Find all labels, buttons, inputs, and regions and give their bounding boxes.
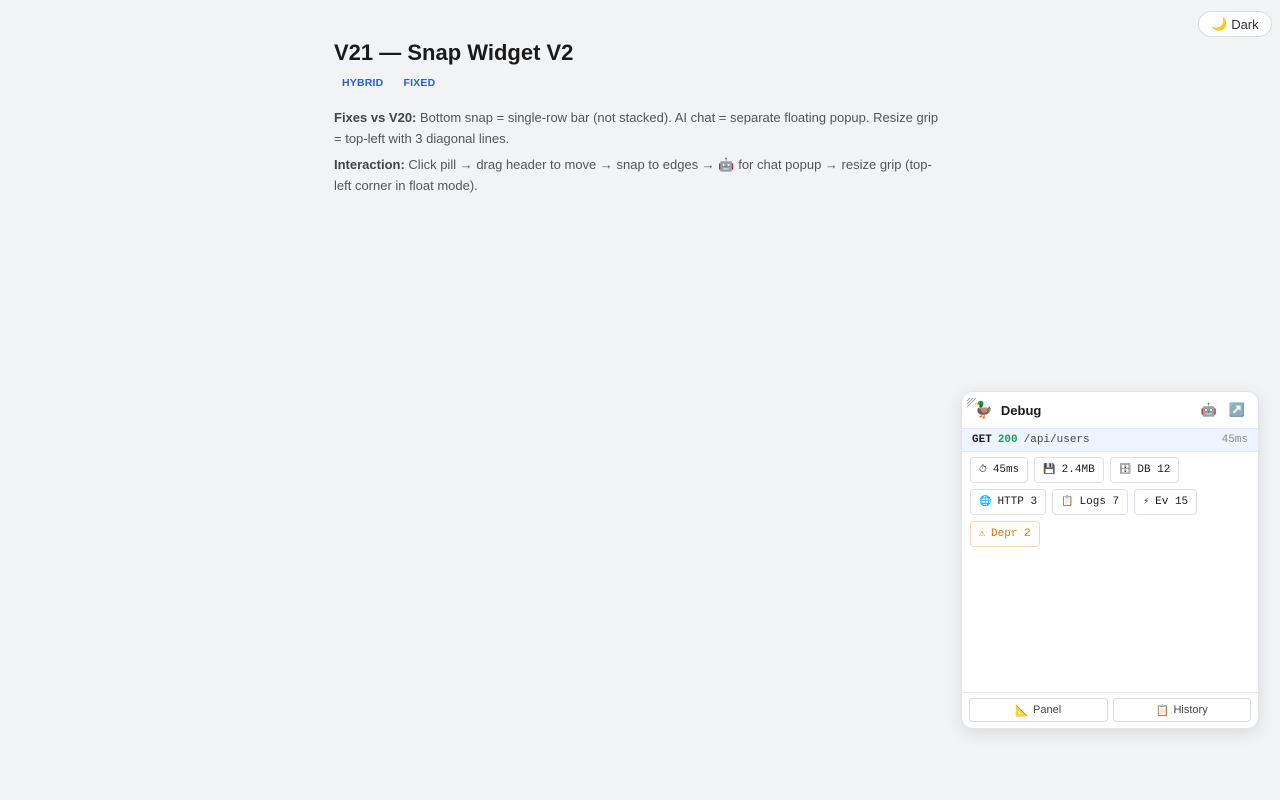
history-button-label: History xyxy=(1173,704,1208,716)
panel-button[interactable]: 📐 Panel xyxy=(969,698,1108,722)
request-method: GET xyxy=(972,434,992,446)
widget-footer: 📐 Panel 📋 History xyxy=(962,692,1258,728)
interaction-text: Click pill → drag header to move → snap … xyxy=(334,157,932,193)
popout-button[interactable]: ↗️ xyxy=(1226,399,1248,421)
chip-logs[interactable]: 📋 Logs 7 xyxy=(1052,489,1129,515)
warning-icon: ⚠ xyxy=(979,529,986,540)
widget-header[interactable]: 🦆 Debug 🤖 ↗️ xyxy=(962,392,1258,428)
theme-toggle-label: Dark xyxy=(1231,16,1259,32)
chip-label: 45ms xyxy=(992,464,1020,476)
chip-timing[interactable]: ⏱ 45ms xyxy=(970,457,1029,483)
tag-hybrid: HYBRID xyxy=(342,77,384,89)
chip-label: Depr 2 xyxy=(991,528,1031,540)
triangular-ruler-icon: 📐 xyxy=(1015,704,1030,717)
database-icon: 🗄 xyxy=(1118,465,1132,476)
request-path: /api/users xyxy=(1023,434,1090,446)
arrow-up-right-icon: ↗️ xyxy=(1228,402,1246,417)
chip-events[interactable]: ⚡ Ev 15 xyxy=(1134,489,1198,515)
fixes-paragraph: Fixes vs V20: Bottom snap = single-row b… xyxy=(334,108,944,149)
robot-icon: 🤖 xyxy=(1200,402,1218,417)
tag-list: HYBRID FIXED xyxy=(334,74,944,92)
panel-button-label: Panel xyxy=(1033,704,1062,716)
tag-fixed: FIXED xyxy=(403,77,436,89)
chip-label: 2.4MB xyxy=(1061,464,1095,476)
interaction-label: Interaction: xyxy=(334,157,405,172)
debug-widget: 🦆 Debug 🤖 ↗️ GET 200 /api/users 45ms ⏱ 4… xyxy=(961,391,1259,729)
chip-label: DB 12 xyxy=(1137,464,1171,476)
timer-icon: ⏱ xyxy=(979,465,987,476)
chip-label: Logs 7 xyxy=(1079,496,1120,508)
fixes-label: Fixes vs V20: xyxy=(334,110,417,125)
request-row[interactable]: GET 200 /api/users 45ms xyxy=(962,428,1258,452)
chip-label: HTTP 3 xyxy=(997,496,1038,508)
interaction-paragraph: Interaction: Click pill → drag header to… xyxy=(334,155,944,196)
moon-icon: 🌙 xyxy=(1211,16,1228,31)
chip-memory[interactable]: 💾 2.4MB xyxy=(1034,457,1104,483)
page-content: V21 — Snap Widget V2 HYBRID FIXED Fixes … xyxy=(334,38,944,196)
chip-label: Ev 15 xyxy=(1155,496,1189,508)
clipboard-icon: 📋 xyxy=(1061,497,1074,508)
widget-title: Debug xyxy=(1000,402,1042,418)
globe-icon: 🌐 xyxy=(979,497,992,508)
chip-http[interactable]: 🌐 HTTP 3 xyxy=(970,489,1047,515)
request-time: 45ms xyxy=(1221,434,1248,446)
clipboard-icon: 📋 xyxy=(1155,704,1170,717)
resize-grip-icon[interactable] xyxy=(966,396,978,408)
memory-icon: 💾 xyxy=(1043,465,1056,476)
history-button[interactable]: 📋 History xyxy=(1112,698,1251,722)
page-title: V21 — Snap Widget V2 xyxy=(334,40,574,65)
lightning-icon: ⚡ xyxy=(1143,497,1150,508)
metric-chip-list: ⏱ 45ms 💾 2.4MB 🗄 DB 12 🌐 HTTP 3 📋 Logs 7… xyxy=(962,452,1258,547)
chip-deprecations[interactable]: ⚠ Depr 2 xyxy=(970,521,1040,547)
theme-toggle-button[interactable]: 🌙 Dark xyxy=(1198,11,1272,37)
fixes-text: Bottom snap = single-row bar (not stacke… xyxy=(334,110,939,146)
request-status: 200 xyxy=(997,434,1018,446)
chip-database[interactable]: 🗄 DB 12 xyxy=(1109,457,1180,483)
ai-chat-button[interactable]: 🤖 xyxy=(1198,399,1220,421)
